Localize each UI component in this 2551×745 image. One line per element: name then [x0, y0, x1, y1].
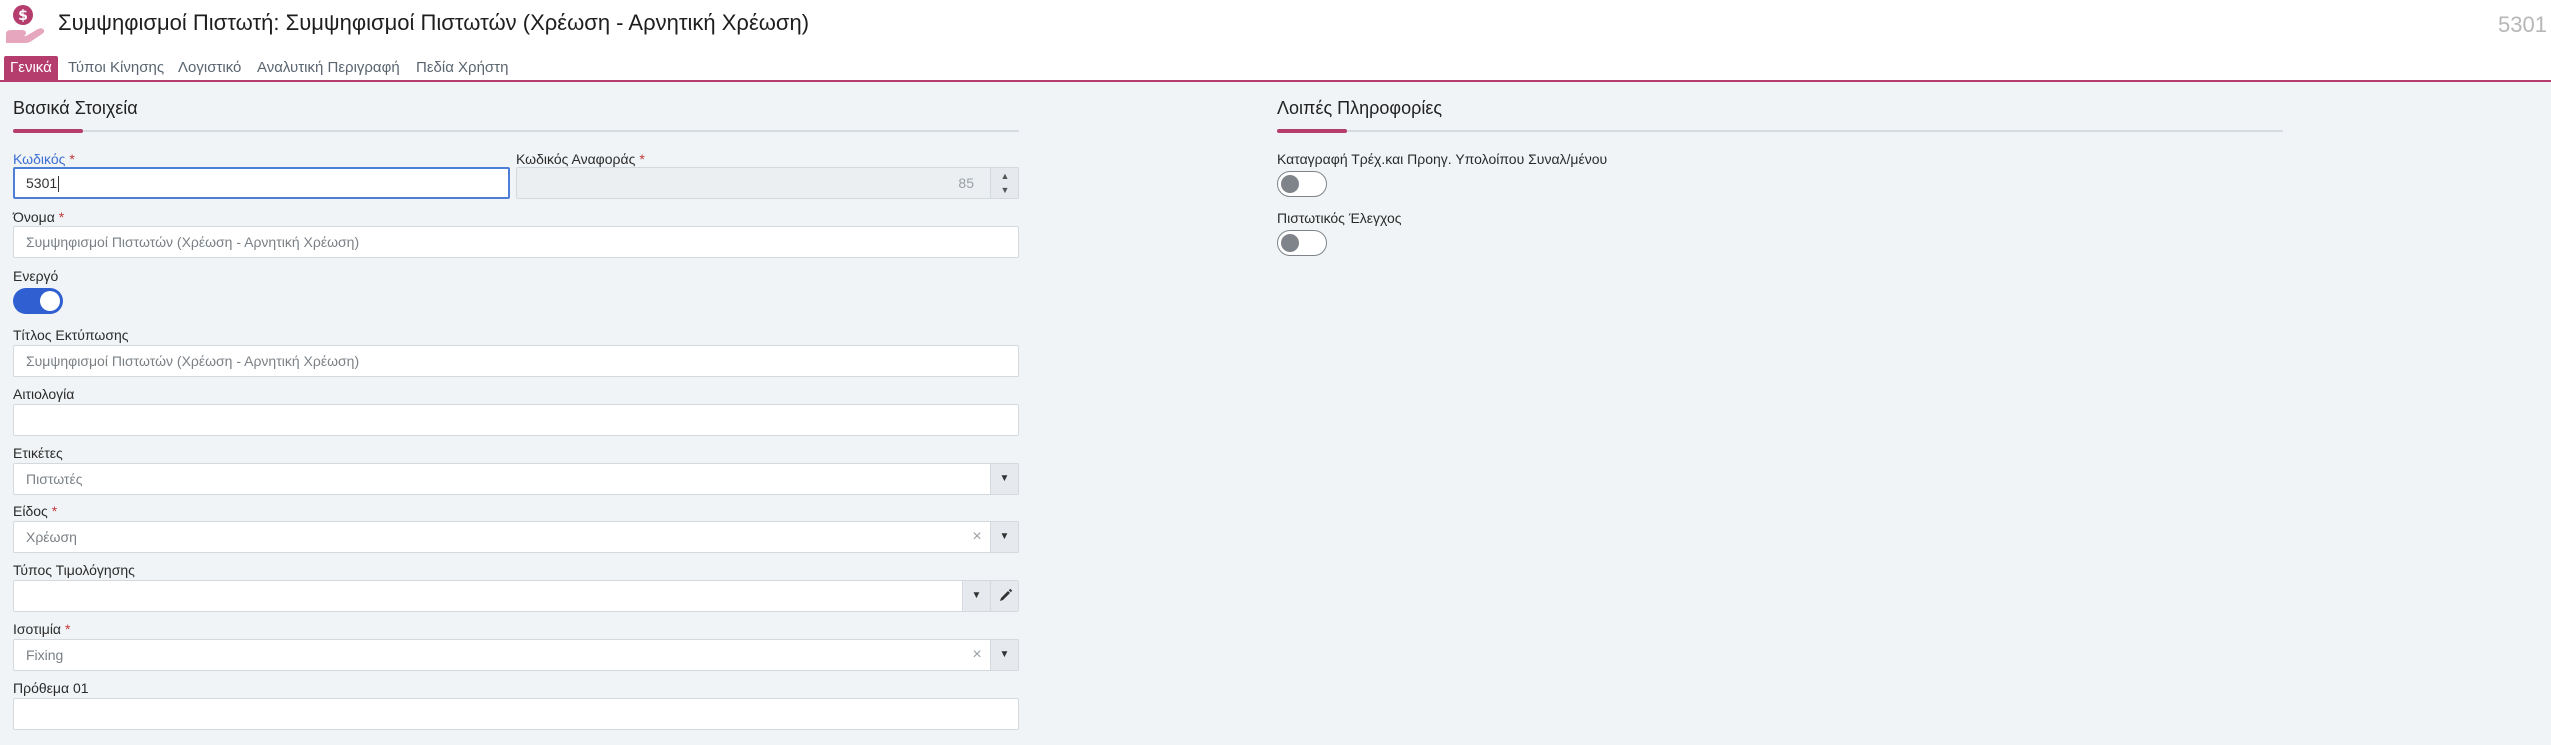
tab-accounting[interactable]: Λογιστικό: [172, 56, 247, 80]
svg-text:$: $: [18, 8, 28, 24]
balance-record-label: Καταγραφή Τρέχ.και Προηγ. Υπολοίπου Συνα…: [1277, 151, 1608, 167]
tab-user-fields[interactable]: Πεδία Χρήστη: [410, 56, 514, 80]
pricing-type-label: Τύπος Τιμολόγησης: [13, 562, 135, 578]
stepper-up-icon[interactable]: ▲: [991, 169, 1018, 183]
print-title-input[interactable]: Συμψηφισμοί Πιστωτών (Χρέωση - Αρνητική …: [13, 345, 1019, 377]
chevron-down-icon[interactable]: ▼: [990, 640, 1018, 670]
tags-label: Ετικέτες: [13, 445, 63, 461]
section-title-other: Λοιπές Πληροφορίες: [1277, 98, 1443, 118]
chevron-down-icon[interactable]: ▼: [990, 464, 1018, 494]
tab-general[interactable]: Γενικά: [4, 56, 58, 80]
parity-label: Ισοτιμία *: [13, 621, 71, 637]
ref-code-label: Κωδικός Αναφοράς *: [516, 151, 645, 167]
section-title-basic: Βασικά Στοιχεία: [13, 98, 138, 118]
chevron-down-icon[interactable]: ▼: [990, 522, 1018, 552]
toggle-knob: [40, 291, 60, 311]
parity-select[interactable]: Fixing × ▼: [13, 639, 1019, 671]
name-input[interactable]: Συμψηφισμοί Πιστωτών (Χρέωση - Αρνητική …: [13, 226, 1019, 258]
section-divider: [13, 130, 1019, 132]
prefix-input[interactable]: [13, 698, 1019, 730]
ref-code-input[interactable]: 85 ▲ ▼: [516, 167, 1019, 199]
page-title: Συμψηφισμοί Πιστωτή: Συμψηφισμοί Πιστωτώ…: [58, 10, 810, 35]
name-label: Όνομα *: [13, 209, 65, 225]
page-header: $ Συμψηφισμοί Πιστωτή: Συμψηφισμοί Πιστω…: [0, 0, 2551, 52]
prefix-label: Πρόθεμα 01: [13, 680, 89, 696]
section-accent: [1277, 129, 1347, 133]
print-title-label: Τίτλος Εκτύπωσης: [13, 327, 129, 343]
ref-code-stepper[interactable]: ▲ ▼: [990, 168, 1018, 198]
active-label: Ενεργό: [13, 268, 59, 284]
tab-bar: Γενικά Τύποι Κίνησης Λογιστικό Αναλυτική…: [0, 56, 2551, 82]
reason-input[interactable]: [13, 404, 1019, 436]
form-content: Βασικά Στοιχεία Κωδικός * 5301 Κωδικός Αν…: [0, 82, 2551, 745]
active-toggle[interactable]: [13, 288, 63, 314]
credit-check-toggle[interactable]: [1277, 230, 1327, 256]
code-label: Κωδικός *: [13, 151, 75, 167]
pencil-icon[interactable]: [990, 581, 1018, 611]
tab-movement-types[interactable]: Τύποι Κίνησης: [62, 56, 170, 80]
code-input[interactable]: 5301: [13, 167, 510, 199]
credit-check-label: Πιστωτικός Έλεγχος: [1277, 210, 1402, 226]
tags-select[interactable]: Πιστωτές ▼: [13, 463, 1019, 495]
money-hand-icon: $: [4, 4, 48, 46]
kind-select[interactable]: Χρέωση × ▼: [13, 521, 1019, 553]
record-id: 5301: [2498, 12, 2547, 37]
section-accent: [13, 129, 83, 133]
tab-detailed-description[interactable]: Αναλυτική Περιγραφή: [251, 56, 406, 80]
reason-label: Αιτιολογία: [13, 386, 75, 402]
stepper-down-icon[interactable]: ▼: [991, 183, 1018, 197]
toggle-knob: [1281, 174, 1299, 193]
clear-icon[interactable]: ×: [968, 640, 986, 670]
clear-icon[interactable]: ×: [968, 522, 986, 552]
chevron-down-icon[interactable]: ▼: [962, 581, 990, 611]
pricing-type-select[interactable]: ▼: [13, 580, 1019, 612]
kind-label: Είδος *: [13, 503, 58, 519]
section-divider: [1277, 130, 2283, 132]
toggle-knob: [1281, 233, 1299, 252]
balance-record-toggle[interactable]: [1277, 171, 1327, 197]
